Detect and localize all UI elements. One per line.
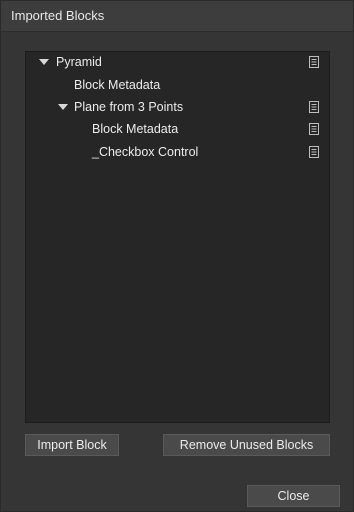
tree-item-label: Plane from 3 Points [74, 100, 184, 114]
tree-item-label: Block Metadata [74, 78, 161, 92]
document-icon[interactable] [309, 56, 319, 68]
tree-item-plane-from-3-points[interactable]: Plane from 3 Points [26, 97, 329, 119]
tree-item-label: Pyramid [56, 55, 102, 69]
tree-item-label: Block Metadata [92, 122, 179, 136]
title-bar[interactable]: Imported Blocks [1, 1, 353, 32]
window-title: Imported Blocks [11, 8, 105, 23]
expand-arrow-icon[interactable] [39, 59, 49, 65]
close-button[interactable]: Close [247, 485, 340, 507]
imported-blocks-dialog: Imported Blocks Pyramid Block Metadata P… [0, 0, 354, 512]
tree-item-pyramid[interactable]: Pyramid [26, 52, 329, 74]
tree-item-block-metadata[interactable]: Block Metadata [26, 75, 329, 97]
blocks-tree[interactable]: Pyramid Block Metadata Plane from 3 Poin… [25, 51, 330, 423]
document-icon[interactable] [309, 146, 319, 158]
remove-unused-blocks-button[interactable]: Remove Unused Blocks [163, 434, 330, 456]
tree-item-block-metadata-nested[interactable]: Block Metadata [26, 119, 329, 141]
import-block-button[interactable]: Import Block [25, 434, 119, 456]
tree-item-checkbox-control[interactable]: _Checkbox Control [26, 142, 329, 164]
tree-item-label: _Checkbox Control [92, 145, 199, 159]
document-icon[interactable] [309, 123, 319, 135]
expand-arrow-icon[interactable] [58, 104, 68, 110]
document-icon[interactable] [309, 101, 319, 113]
